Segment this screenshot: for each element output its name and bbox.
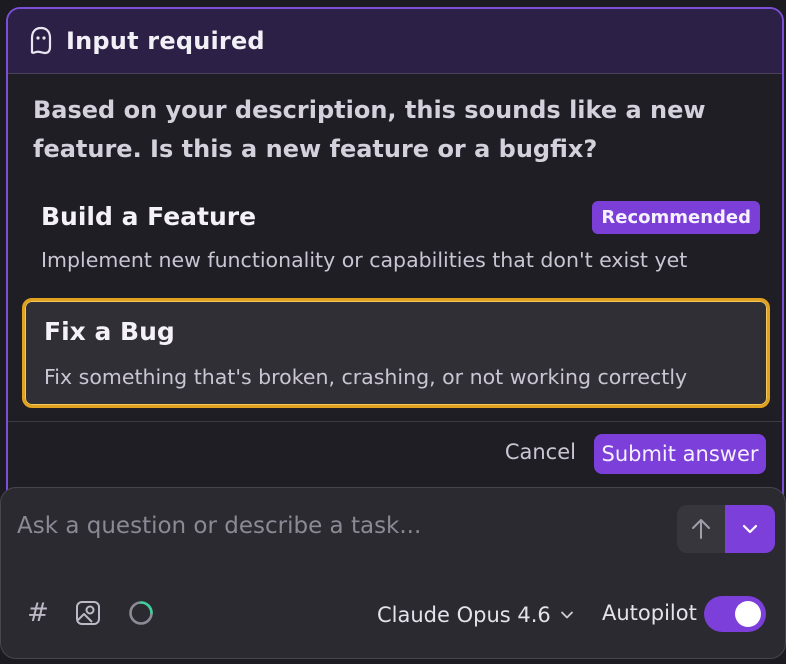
progress-ring-icon[interactable] <box>126 598 156 628</box>
cancel-button[interactable]: Cancel <box>505 440 576 464</box>
chevron-down-icon <box>741 523 759 535</box>
option-description: Fix something that's broken, crashing, o… <box>44 365 688 389</box>
submit-answer-button[interactable]: Submit answer <box>594 434 766 474</box>
send-button[interactable] <box>677 505 725 553</box>
task-input[interactable] <box>17 508 657 544</box>
composer: # Claude Opus 4.6 Autopilot <box>0 487 786 659</box>
panel-header: Input required <box>8 9 782 74</box>
hash-icon[interactable]: # <box>23 598 53 628</box>
toggle-knob <box>735 601 761 627</box>
option-description: Implement new functionality or capabilit… <box>41 248 688 272</box>
autopilot-toggle[interactable] <box>704 596 766 632</box>
chevron-down-icon <box>560 610 574 620</box>
send-button-group <box>677 505 775 553</box>
option-title: Fix a Bug <box>44 317 175 346</box>
input-required-panel: Input required Based on your description… <box>6 7 784 507</box>
option-fix-bug[interactable]: Fix a Bug Fix something that's broken, c… <box>22 298 770 408</box>
app-root: Input required Based on your description… <box>0 0 786 664</box>
option-title: Build a Feature <box>41 202 257 231</box>
panel-title: Input required <box>66 27 265 55</box>
recommended-badge: Recommended <box>592 201 760 234</box>
image-attach-icon[interactable] <box>73 598 103 628</box>
arrow-up-icon <box>688 516 714 542</box>
send-options-button[interactable] <box>725 505 775 553</box>
question-text: Based on your description, this sounds l… <box>33 96 706 163</box>
ghost-icon <box>27 25 55 57</box>
model-name: Claude Opus 4.6 <box>377 603 551 627</box>
option-build-feature[interactable]: Build a Feature Recommended Implement ne… <box>22 191 770 291</box>
autopilot-label: Autopilot <box>602 601 697 625</box>
model-selector[interactable]: Claude Opus 4.6 <box>377 601 574 629</box>
